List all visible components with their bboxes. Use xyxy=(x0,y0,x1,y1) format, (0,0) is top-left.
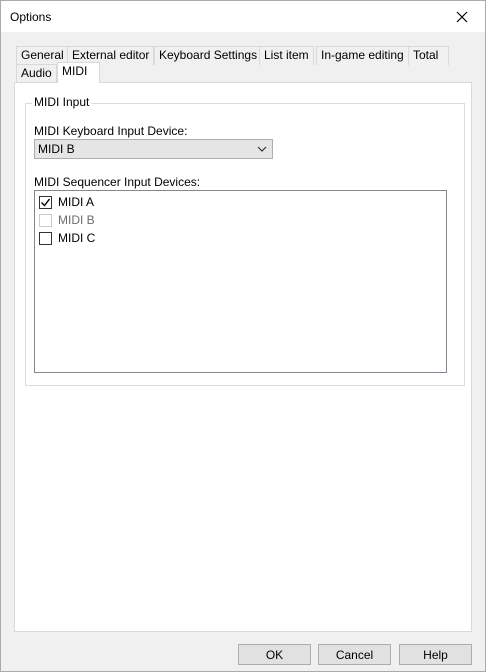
sequencer-devices-list[interactable]: MIDI A MIDI B MIDI C xyxy=(34,190,447,373)
options-dialog: Options General External editor Keyboard… xyxy=(0,0,486,672)
close-icon xyxy=(456,11,468,22)
tab-label: MIDI xyxy=(62,64,88,78)
tab-list-item[interactable]: List item xyxy=(259,46,314,65)
item-label: MIDI B xyxy=(58,213,95,227)
tab-keyboard-settings[interactable]: Keyboard Settings xyxy=(154,46,263,65)
keyboard-device-label: MIDI Keyboard Input Device: xyxy=(34,124,188,138)
tab-label: List item xyxy=(264,48,309,62)
tab-total[interactable]: Total xyxy=(408,46,449,65)
sequencer-devices-label: MIDI Sequencer Input Devices: xyxy=(34,175,201,189)
group-label: MIDI Input xyxy=(32,95,92,109)
list-item[interactable]: MIDI C xyxy=(39,229,95,247)
tab-label: General xyxy=(21,48,64,62)
tab-midi[interactable]: MIDI xyxy=(57,62,100,83)
chevron-down-icon xyxy=(257,146,267,152)
tab-label: Keyboard Settings xyxy=(159,48,258,62)
tab-label: In-game editing xyxy=(321,48,404,62)
midi-tab-panel: MIDI Input MIDI Keyboard Input Device: M… xyxy=(14,82,472,632)
item-label: MIDI A xyxy=(58,195,95,209)
cancel-button[interactable]: Cancel xyxy=(318,644,391,665)
tab-label: External editor xyxy=(72,48,150,62)
title-bar: Options xyxy=(1,1,485,32)
ok-button[interactable]: OK xyxy=(238,644,311,665)
tab-audio[interactable]: Audio xyxy=(16,64,57,83)
selected-value: MIDI B xyxy=(38,142,75,156)
checkbox-midi-a[interactable] xyxy=(39,195,52,209)
item-label: MIDI C xyxy=(58,231,96,245)
list-item: MIDI B xyxy=(39,211,95,229)
tab-in-game-editing[interactable]: In-game editing xyxy=(316,46,409,65)
window-title: Options xyxy=(10,10,52,24)
checkbox-midi-c[interactable] xyxy=(39,231,52,245)
tab-label: Total xyxy=(413,48,439,62)
checkmark-icon xyxy=(41,198,50,207)
list-item[interactable]: MIDI A xyxy=(39,193,94,211)
close-button[interactable] xyxy=(439,1,485,32)
help-button[interactable]: Help xyxy=(399,644,472,665)
tab-label: Audio xyxy=(21,66,52,80)
keyboard-device-select[interactable]: MIDI B xyxy=(34,139,273,159)
checkbox-midi-b xyxy=(39,213,52,227)
